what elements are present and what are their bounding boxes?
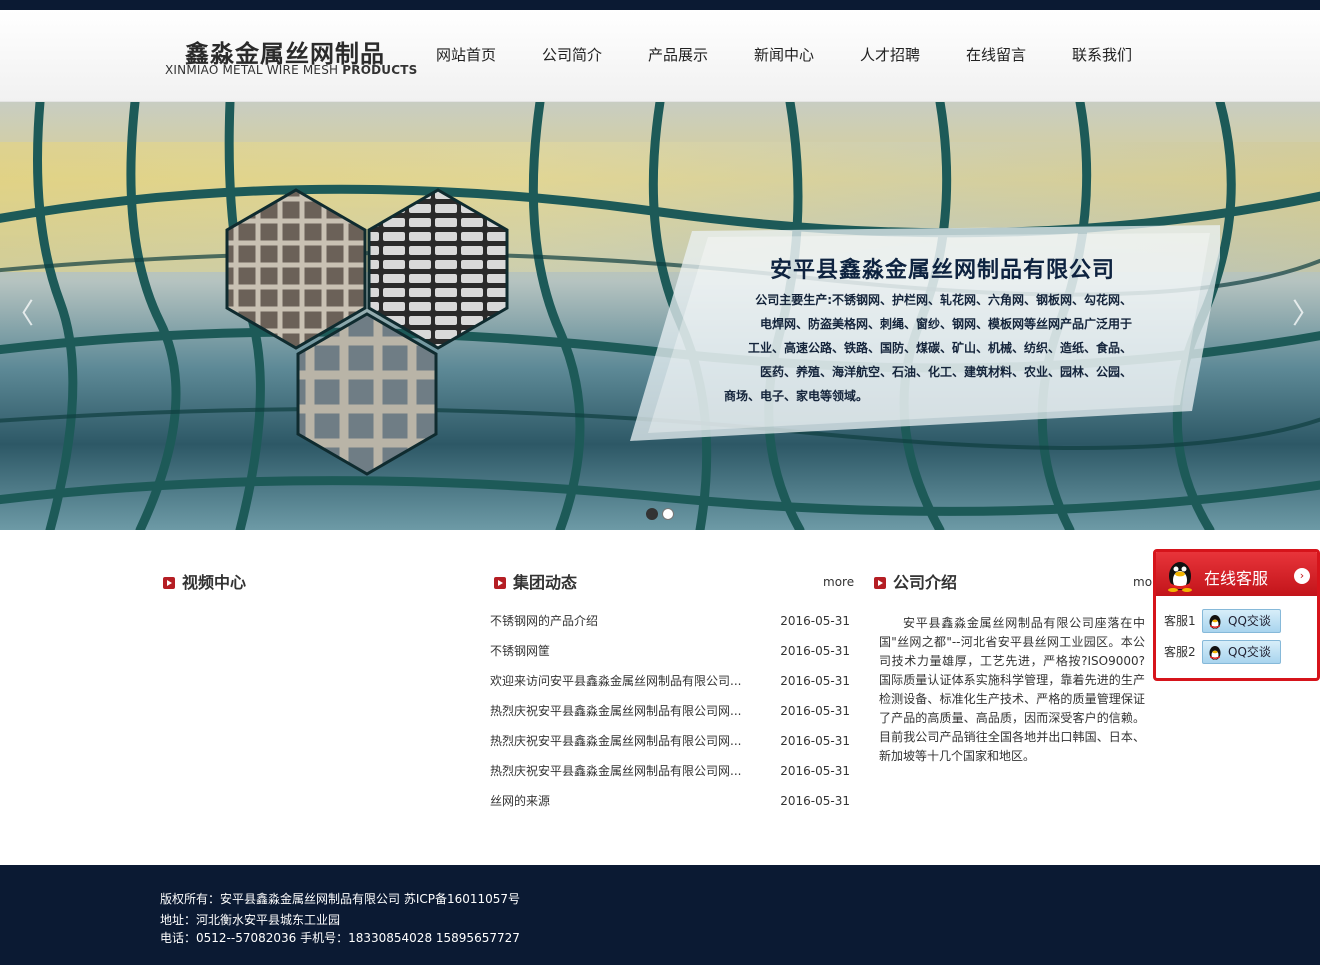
news-item-date: 2016-05-31	[780, 644, 850, 658]
nav-item-products[interactable]: 产品展示	[625, 10, 731, 102]
hero-banner[interactable]: 安平县鑫淼金属丝网制品有限公司 公司主要生产:不锈钢网、护栏网、轧花网、六角网、…	[0, 102, 1320, 530]
news-item-date: 2016-05-31	[780, 614, 850, 628]
banner-line-5: 商场、电子、家电等领域。	[724, 389, 869, 403]
news-item-title[interactable]: 热烈庆祝安平县鑫淼金属丝网制品有限公司网...	[490, 696, 745, 726]
news-item[interactable]: 热烈庆祝安平县鑫淼金属丝网制品有限公司网... 2016-05-31	[490, 756, 850, 786]
banner-dot-2[interactable]	[662, 508, 674, 520]
about-section-title: 公司介绍	[874, 573, 957, 593]
footer-copyright: 版权所有：安平县鑫淼金属丝网制品有限公司 苏ICP备16011057号	[160, 892, 521, 906]
top-accent-bar	[0, 0, 1320, 10]
site-logo[interactable]: 鑫淼金属丝网制品 XINMIAO METAL WIRE MESH PRODUCT…	[165, 34, 417, 84]
news-section-label: 集团动态	[513, 573, 578, 592]
news-item-date: 2016-05-31	[780, 734, 850, 748]
banner-line-2: 电焊网、防盗美格网、刺绳、窗纱、钢网、模板网等丝网产品广泛用于	[759, 317, 1132, 331]
nav-item-message[interactable]: 在线留言	[943, 10, 1049, 102]
service-agent-label: 客服2	[1164, 645, 1196, 659]
news-section-title: 集团动态	[494, 573, 577, 593]
nav-item-contact[interactable]: 联系我们	[1049, 10, 1155, 102]
qq-small-icon	[1209, 615, 1221, 629]
nav-item-news[interactable]: 新闻中心	[731, 10, 837, 102]
video-section-label: 视频中心	[182, 573, 247, 592]
news-item[interactable]: 丝网的来源 2016-05-31	[490, 786, 850, 816]
news-item-title[interactable]: 不锈钢网的产品介绍	[490, 606, 745, 636]
news-item[interactable]: 欢迎来访问安平县鑫淼金属丝网制品有限公司... 2016-05-31	[490, 666, 850, 696]
about-text: 安平县鑫淼金属丝网制品有限公司座落在中国"丝网之都"--河北省安平县丝网工业园区…	[879, 616, 1145, 763]
wire-mesh-samples-image	[225, 188, 509, 476]
logo-english-prefix: XINMIAO METAL WIRE MESH	[165, 63, 339, 77]
banner-pagination	[646, 508, 674, 520]
nav-item-jobs[interactable]: 人才招聘	[837, 10, 943, 102]
news-more-link[interactable]: more	[823, 575, 854, 589]
footer-address: 地址：河北衡水安平县城东工业园	[160, 913, 341, 927]
news-list: 不锈钢网的产品介绍 2016-05-31 不锈钢网筐 2016-05-31 欢迎…	[490, 606, 850, 816]
news-item[interactable]: 热烈庆祝安平县鑫淼金属丝网制品有限公司网... 2016-05-31	[490, 696, 850, 726]
service-widget-toggle-icon[interactable]: ›	[1294, 568, 1310, 584]
banner-dot-1[interactable]	[646, 508, 658, 520]
service-agent-row: 客服1 QQ交谈	[1164, 609, 1281, 633]
video-section-title: 视频中心	[163, 573, 246, 593]
service-widget-header: 在线客服 ›	[1156, 552, 1317, 596]
banner-line-3: 工业、高速公路、铁路、国防、煤碳、矿山、机械、纺织、造纸、食品、	[747, 341, 1132, 355]
news-item-title[interactable]: 热烈庆祝安平县鑫淼金属丝网制品有限公司网...	[490, 726, 745, 756]
news-item-title[interactable]: 不锈钢网筐	[490, 636, 745, 666]
site-header: 鑫淼金属丝网制品 XINMIAO METAL WIRE MESH PRODUCT…	[0, 10, 1320, 102]
service-widget-title: 在线客服	[1204, 569, 1269, 588]
section-arrow-icon	[163, 577, 175, 589]
nav-item-home[interactable]: 网站首页	[413, 10, 519, 102]
news-item-date: 2016-05-31	[780, 674, 850, 688]
news-item-date: 2016-05-31	[780, 764, 850, 778]
news-item-date: 2016-05-31	[780, 794, 850, 808]
news-item[interactable]: 不锈钢网的产品介绍 2016-05-31	[490, 606, 850, 636]
section-arrow-icon	[494, 577, 506, 589]
qq-chat-label: QQ交谈	[1228, 614, 1271, 628]
footer-phone: 电话：0512--57082036 手机号：18330854028 158956…	[160, 931, 520, 945]
main-nav: 网站首页 公司简介 产品展示 新闻中心 人才招聘 在线留言 联系我们	[413, 10, 1155, 102]
logo-english-text: XINMIAO METAL WIRE MESH PRODUCTS	[165, 63, 417, 77]
qq-penguin-icon	[1168, 562, 1192, 592]
banner-description: 公司主要生产:不锈钢网、护栏网、轧花网、六角网、钢板网、勾花网、 电焊网、防盗美…	[712, 288, 1132, 408]
banner-prev-arrow-icon[interactable]: 〈	[6, 297, 34, 331]
news-item[interactable]: 热烈庆祝安平县鑫淼金属丝网制品有限公司网... 2016-05-31	[490, 726, 850, 756]
service-agent-row: 客服2 QQ交谈	[1164, 640, 1281, 664]
logo-english-bold: PRODUCTS	[342, 63, 418, 77]
news-item-title[interactable]: 丝网的来源	[490, 786, 745, 816]
online-service-widget: 在线客服 › 客服1 QQ交谈 客服2 QQ交谈	[1153, 549, 1320, 681]
banner-line-4: 医药、养殖、海洋航空、石油、化工、建筑材料、农业、园林、公园、	[759, 365, 1132, 379]
qq-chat-button[interactable]: QQ交谈	[1202, 640, 1281, 664]
section-arrow-icon	[874, 577, 886, 589]
banner-next-arrow-icon[interactable]: 〉	[1292, 297, 1320, 331]
service-agent-label: 客服1	[1164, 614, 1196, 628]
about-section-label: 公司介绍	[893, 573, 958, 592]
news-item-date: 2016-05-31	[780, 704, 850, 718]
site-footer: 版权所有：安平县鑫淼金属丝网制品有限公司 苏ICP备16011057号 地址：河…	[0, 865, 1320, 965]
banner-company-title: 安平县鑫淼金属丝网制品有限公司	[770, 258, 1116, 283]
qq-small-icon	[1209, 646, 1221, 660]
news-item[interactable]: 不锈钢网筐 2016-05-31	[490, 636, 850, 666]
qq-chat-button[interactable]: QQ交谈	[1202, 609, 1281, 633]
nav-item-about[interactable]: 公司简介	[519, 10, 625, 102]
banner-line-1: 公司主要生产:不锈钢网、护栏网、轧花网、六角网、钢板网、勾花网、	[755, 293, 1132, 307]
news-item-title[interactable]: 欢迎来访问安平县鑫淼金属丝网制品有限公司...	[490, 666, 745, 696]
news-item-title[interactable]: 热烈庆祝安平县鑫淼金属丝网制品有限公司网...	[490, 756, 745, 786]
qq-chat-label: QQ交谈	[1228, 645, 1271, 659]
